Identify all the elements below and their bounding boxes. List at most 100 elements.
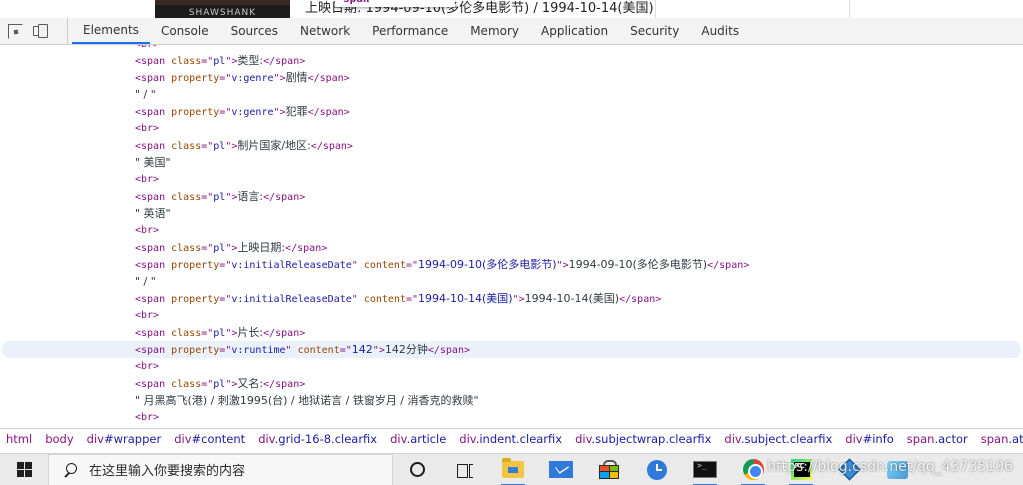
element-text: 上映日期: (237, 241, 286, 254)
breadcrumb-item[interactable]: div#info (845, 432, 900, 446)
dom-tree-node[interactable]: <span property="v:genre">剧情</span> (0, 69, 1023, 86)
attr-value: 142 (351, 343, 373, 356)
breadcrumb-tag: div (86, 432, 104, 446)
tag-open: <span (135, 294, 172, 305)
breadcrumb-tag: div (390, 432, 407, 446)
clock-app-button[interactable] (633, 454, 681, 485)
breadcrumb-item[interactable]: div#content (174, 432, 251, 446)
attr-value: pl (213, 328, 226, 339)
dom-tree-node[interactable]: " 月黑高飞(港) / 刺激1995(台) / 地狱诺言 / 铁窗岁月 / 消香… (0, 392, 1023, 409)
dom-tree-node[interactable]: <span property="v:genre">犯罪</span> (0, 103, 1023, 120)
tag-close: </span> (307, 107, 350, 118)
tab-security[interactable]: Security (619, 18, 690, 44)
text-node: " 月黑高飞(港) / 刺激1995(台) / 地狱诺言 / 铁窗岁月 / 消香… (135, 394, 479, 407)
dom-tree-node[interactable]: " 英语" (0, 205, 1023, 222)
dom-tree-node[interactable]: <br> (0, 307, 1023, 324)
breadcrumb-selector: .actor (934, 432, 968, 446)
breadcrumb-item[interactable]: div#wrapper (87, 432, 168, 446)
attr-eq: =" (219, 294, 232, 305)
terminal-icon: >_ (693, 461, 717, 478)
tag-open: <span (135, 192, 172, 203)
task-view-button[interactable] (441, 454, 489, 485)
dom-tree-node[interactable]: <span property="v:runtime" content="142"… (2, 341, 1021, 358)
dom-tree-node[interactable]: <span property="v:initialReleaseDate" co… (0, 290, 1023, 307)
taskbar-search-box[interactable]: 在这里输入你要搜索的内容 (48, 453, 393, 485)
dom-tree-node[interactable]: <span property="v:initialReleaseDate" co… (0, 256, 1023, 273)
start-button[interactable] (0, 454, 48, 485)
attr-eq: =" (201, 379, 214, 390)
element-text: 142分钟 (384, 343, 428, 356)
attr-name: property (171, 107, 220, 118)
attr-eq: =" (405, 294, 419, 305)
breadcrumb-item[interactable]: span.attrs (981, 432, 1023, 446)
file-explorer-button[interactable] (489, 454, 537, 485)
attr-close: "> (225, 379, 238, 390)
breadcrumb-item[interactable]: span.actor (907, 432, 974, 446)
terminal-button[interactable]: >_ (681, 454, 729, 485)
task-view-icon (457, 463, 473, 478)
tab-sources[interactable]: Sources (220, 18, 289, 44)
dom-tree-node[interactable]: " 美国" (0, 154, 1023, 171)
dom-tree-node[interactable]: <br> (0, 171, 1023, 188)
element-text: 片长: (237, 326, 264, 339)
inspect-element-icon[interactable] (8, 23, 23, 39)
dom-tree-node[interactable]: <br> (0, 358, 1023, 375)
breadcrumb-item[interactable]: div.indent.clearfix (459, 432, 568, 446)
attr-value: v:initialReleaseDate (231, 294, 352, 305)
breadcrumb-item[interactable]: div.subject.clearfix (724, 432, 838, 446)
dom-tree-node[interactable]: <span class="pl">类型:</span> (0, 52, 1023, 69)
attr-name: property (171, 73, 220, 84)
breadcrumb-item[interactable]: html (6, 432, 38, 446)
tab-application[interactable]: Application (530, 18, 619, 44)
breadcrumb-item[interactable]: div.grid-16-8.clearfix (258, 432, 383, 446)
tab-elements[interactable]: Elements (72, 18, 150, 44)
tab-memory[interactable]: Memory (459, 18, 530, 44)
dom-tree-node[interactable]: <span class="pl">片长:</span> (0, 324, 1023, 341)
attr-name: property (171, 260, 220, 271)
tag-close: </span> (263, 328, 306, 339)
tab-network[interactable]: Network (289, 18, 361, 44)
mail-button[interactable] (537, 454, 585, 485)
tag-open: <span (135, 141, 172, 152)
breadcrumb-item[interactable]: div.article (390, 432, 452, 446)
breadcrumb-selector: #wrapper (103, 432, 162, 446)
store-button[interactable] (585, 454, 633, 485)
dom-tree-node[interactable]: <span class="pl">制片国家/地区:</span> (0, 137, 1023, 154)
tag-close: </span> (307, 73, 350, 84)
dom-tree-node[interactable]: <span class="pl">语言:</span> (0, 188, 1023, 205)
attr-name: class (171, 56, 202, 67)
tag-br: <br> (135, 123, 160, 134)
elements-dom-tree[interactable]: <br><span class="pl">类型:</span><span pro… (0, 45, 1023, 425)
dom-tree-node[interactable]: <br> (0, 409, 1023, 425)
page-sidebar-box (655, 0, 850, 18)
tab-performance[interactable]: Performance (361, 18, 459, 44)
breadcrumb-item[interactable]: body (45, 432, 79, 446)
breadcrumb-selector: #content (191, 432, 246, 446)
tag-br: <br> (135, 361, 160, 372)
attr-eq: =" (405, 260, 419, 271)
attr-value: pl (213, 56, 226, 67)
tag-br: <br> (135, 174, 160, 185)
device-toolbar-icon[interactable] (33, 23, 48, 39)
attr-value: v:genre (231, 73, 274, 84)
attr-value: v:runtime (231, 345, 286, 356)
tag-open: <span (135, 243, 172, 254)
attr-eq: =" (201, 243, 214, 254)
breadcrumb-selector: .attrs (1008, 432, 1023, 446)
dom-tree-node[interactable]: <span class="pl">又名:</span> (0, 375, 1023, 392)
element-text: 类型: (237, 54, 264, 67)
attr-value: 1994-10-14(美国) (418, 292, 513, 305)
dom-tree-node[interactable]: <span class="pl">上映日期:</span> (0, 239, 1023, 256)
dom-tree-node[interactable]: <br> (0, 45, 1023, 52)
breadcrumb-item[interactable]: div.subjectwrap.clearfix (575, 432, 717, 446)
tag-close: </span> (263, 379, 306, 390)
dom-tree-node[interactable]: <br> (0, 120, 1023, 137)
tag-close: </span> (263, 56, 306, 67)
dom-tree-node[interactable]: " / " (0, 86, 1023, 103)
search-icon (63, 462, 77, 477)
tab-console[interactable]: Console (150, 18, 220, 44)
cortana-button[interactable] (393, 454, 441, 485)
tab-audits[interactable]: Audits (690, 18, 750, 44)
dom-tree-node[interactable]: <br> (0, 222, 1023, 239)
dom-tree-node[interactable]: " / " (0, 273, 1023, 290)
